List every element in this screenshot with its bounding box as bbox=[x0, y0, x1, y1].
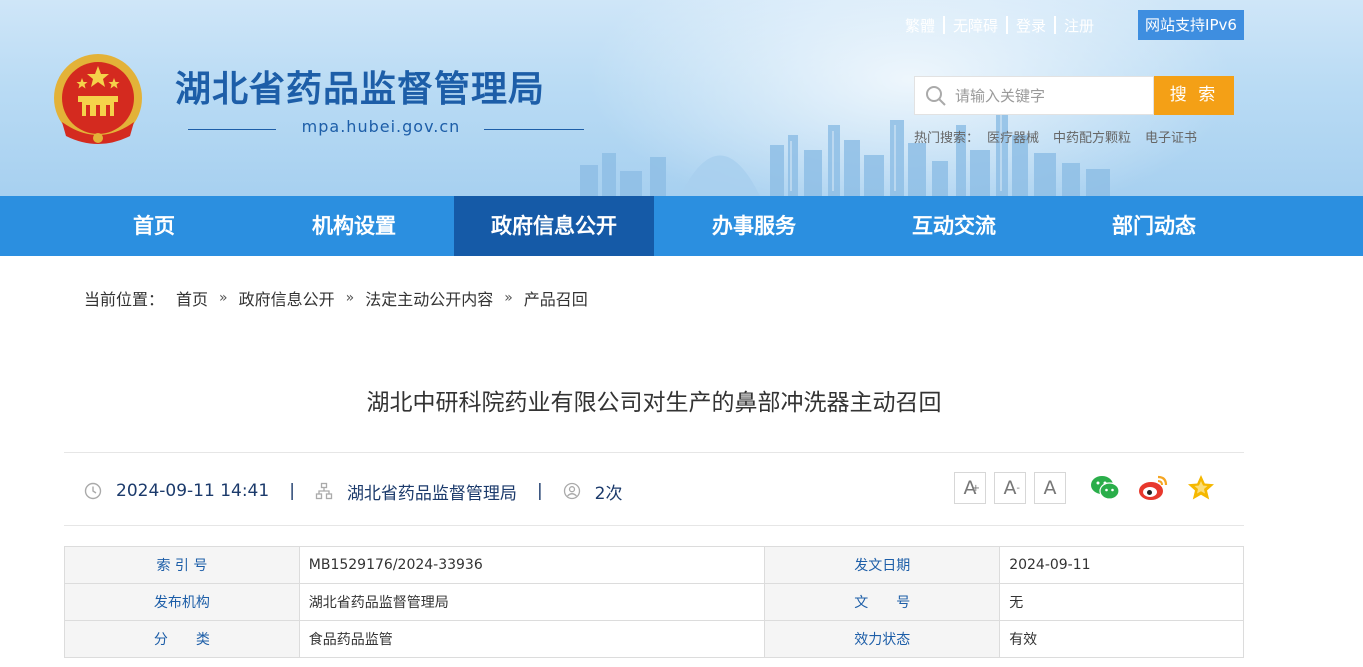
nav-item-dept-news[interactable]: 部门动态 bbox=[1054, 196, 1254, 256]
meta-separator: | bbox=[289, 481, 295, 501]
hot-search: 热门搜索： 医疗器械 中药配方颗粒 电子证书 bbox=[914, 127, 1211, 146]
font-decrease-letter: A bbox=[1003, 477, 1017, 499]
nav-item-organization[interactable]: 机构设置 bbox=[254, 196, 454, 256]
breadcrumb-separator: » bbox=[345, 290, 355, 306]
domain-line-left bbox=[188, 129, 276, 130]
view-count: 2次 bbox=[594, 483, 623, 504]
domain-line-right bbox=[484, 129, 584, 130]
site-domain-row: mpa.hubei.gov.cn bbox=[188, 117, 588, 141]
wechat-icon[interactable] bbox=[1089, 472, 1121, 504]
breadcrumb-statutory[interactable]: 法定主动公开内容 bbox=[365, 286, 493, 310]
divider-top bbox=[64, 452, 1244, 453]
publisher-name: 湖北省药品监督管理局 bbox=[346, 483, 517, 504]
nav-item-gov-info[interactable]: 政府信息公开 bbox=[454, 196, 654, 256]
link-accessibility[interactable]: 无障碍 bbox=[945, 15, 1006, 36]
label-issue-date: 发文日期 bbox=[764, 546, 1001, 584]
breadcrumb-separator: » bbox=[504, 290, 513, 306]
table-row: 索 引 号 MB1529176/2024-33936 发文日期 2024-09-… bbox=[64, 546, 1244, 584]
hot-search-label: 热门搜索： bbox=[914, 131, 980, 146]
value-document-number: 无 bbox=[999, 583, 1244, 621]
nav-item-interaction[interactable]: 互动交流 bbox=[854, 196, 1054, 256]
top-links: 繁體 无障碍 登录 注册 bbox=[897, 12, 1102, 38]
document-info-table: 索 引 号 MB1529176/2024-33936 发文日期 2024-09-… bbox=[64, 546, 1244, 658]
label-category: 分 类 bbox=[64, 620, 300, 658]
article-title: 湖北中研科院药业有限公司对生产的鼻部冲洗器主动召回 bbox=[366, 390, 942, 416]
search-icon bbox=[926, 85, 946, 106]
link-register[interactable]: 注册 bbox=[1056, 15, 1102, 36]
ipv6-badge: 网站支持IPv6 bbox=[1138, 10, 1244, 40]
value-publisher: 湖北省药品监督管理局 bbox=[298, 583, 766, 621]
font-increase-button[interactable]: A + bbox=[954, 472, 986, 504]
label-document-number: 文 号 bbox=[764, 583, 1001, 621]
weibo-icon[interactable] bbox=[1137, 472, 1169, 504]
share-bar bbox=[1089, 472, 1233, 504]
meta-separator: | bbox=[536, 481, 543, 501]
label-index-number: 索 引 号 bbox=[64, 546, 300, 584]
publish-datetime: 2024-09-11 14:41 bbox=[116, 481, 270, 501]
table-row: 分 类 食品药品监管 效力状态 有效 bbox=[64, 620, 1244, 658]
article-meta: 2024-09-11 14:41 | 湖北省药品监督管理局 | 2次 bbox=[84, 478, 623, 504]
font-increase-mark: + bbox=[971, 483, 980, 494]
favorite-star-icon[interactable] bbox=[1185, 472, 1217, 504]
label-publisher: 发布机构 bbox=[64, 583, 300, 621]
hot-keyword-tcm-granules[interactable]: 中药配方颗粒 bbox=[1053, 127, 1131, 146]
font-reset-button[interactable]: A bbox=[1034, 472, 1066, 504]
font-decrease-button[interactable]: A- bbox=[994, 472, 1026, 504]
breadcrumb: 当前位置： 首页 » 政府信息公开 » 法定主动公开内容 » 产品召回 bbox=[84, 286, 588, 310]
divider-bottom bbox=[64, 525, 1244, 526]
breadcrumb-recall[interactable]: 产品召回 bbox=[524, 286, 588, 310]
link-traditional[interactable]: 繁體 bbox=[897, 15, 943, 36]
user-icon bbox=[563, 482, 580, 500]
breadcrumb-prefix: 当前位置： bbox=[84, 290, 165, 309]
nav-item-services[interactable]: 办事服务 bbox=[654, 196, 854, 256]
breadcrumb-home[interactable]: 首页 bbox=[176, 286, 208, 310]
national-emblem-logo bbox=[54, 54, 142, 144]
font-reset-letter: A bbox=[1043, 477, 1057, 499]
site-header: 湖北省药品监督管理局 mpa.hubei.gov.cn 繁體 无障碍 登录 注册… bbox=[0, 0, 1363, 196]
nav-item-home[interactable]: 首页 bbox=[54, 196, 254, 256]
link-login[interactable]: 登录 bbox=[1008, 15, 1054, 36]
main-nav: 首页 机构设置 政府信息公开 办事服务 互动交流 部门动态 bbox=[0, 196, 1363, 256]
hot-keyword-e-certificate[interactable]: 电子证书 bbox=[1145, 127, 1197, 146]
site-title: 湖北省药品监督管理局 bbox=[175, 69, 546, 110]
value-issue-date: 2024-09-11 bbox=[999, 546, 1244, 584]
breadcrumb-separator: » bbox=[219, 290, 228, 306]
table-row: 发布机构 湖北省药品监督管理局 文 号 无 bbox=[64, 583, 1244, 621]
font-decrease-mark: - bbox=[1016, 483, 1020, 494]
site-domain: mpa.hubei.gov.cn bbox=[301, 117, 461, 136]
value-index-number: MB1529176/2024-33936 bbox=[298, 546, 766, 584]
hot-keyword-medical-device[interactable]: 医疗器械 bbox=[987, 127, 1039, 146]
organization-icon bbox=[315, 482, 333, 500]
value-validity: 有效 bbox=[999, 620, 1244, 658]
font-size-controls: A + A- A bbox=[954, 472, 1074, 504]
search-box bbox=[914, 76, 1154, 115]
label-validity: 效力状态 bbox=[764, 620, 1001, 658]
search-button[interactable]: 搜 索 bbox=[1154, 76, 1234, 115]
value-category: 食品药品监管 bbox=[298, 620, 766, 658]
search-input[interactable] bbox=[955, 86, 1145, 105]
clock-icon bbox=[84, 482, 102, 500]
breadcrumb-gov-info[interactable]: 政府信息公开 bbox=[239, 286, 335, 310]
